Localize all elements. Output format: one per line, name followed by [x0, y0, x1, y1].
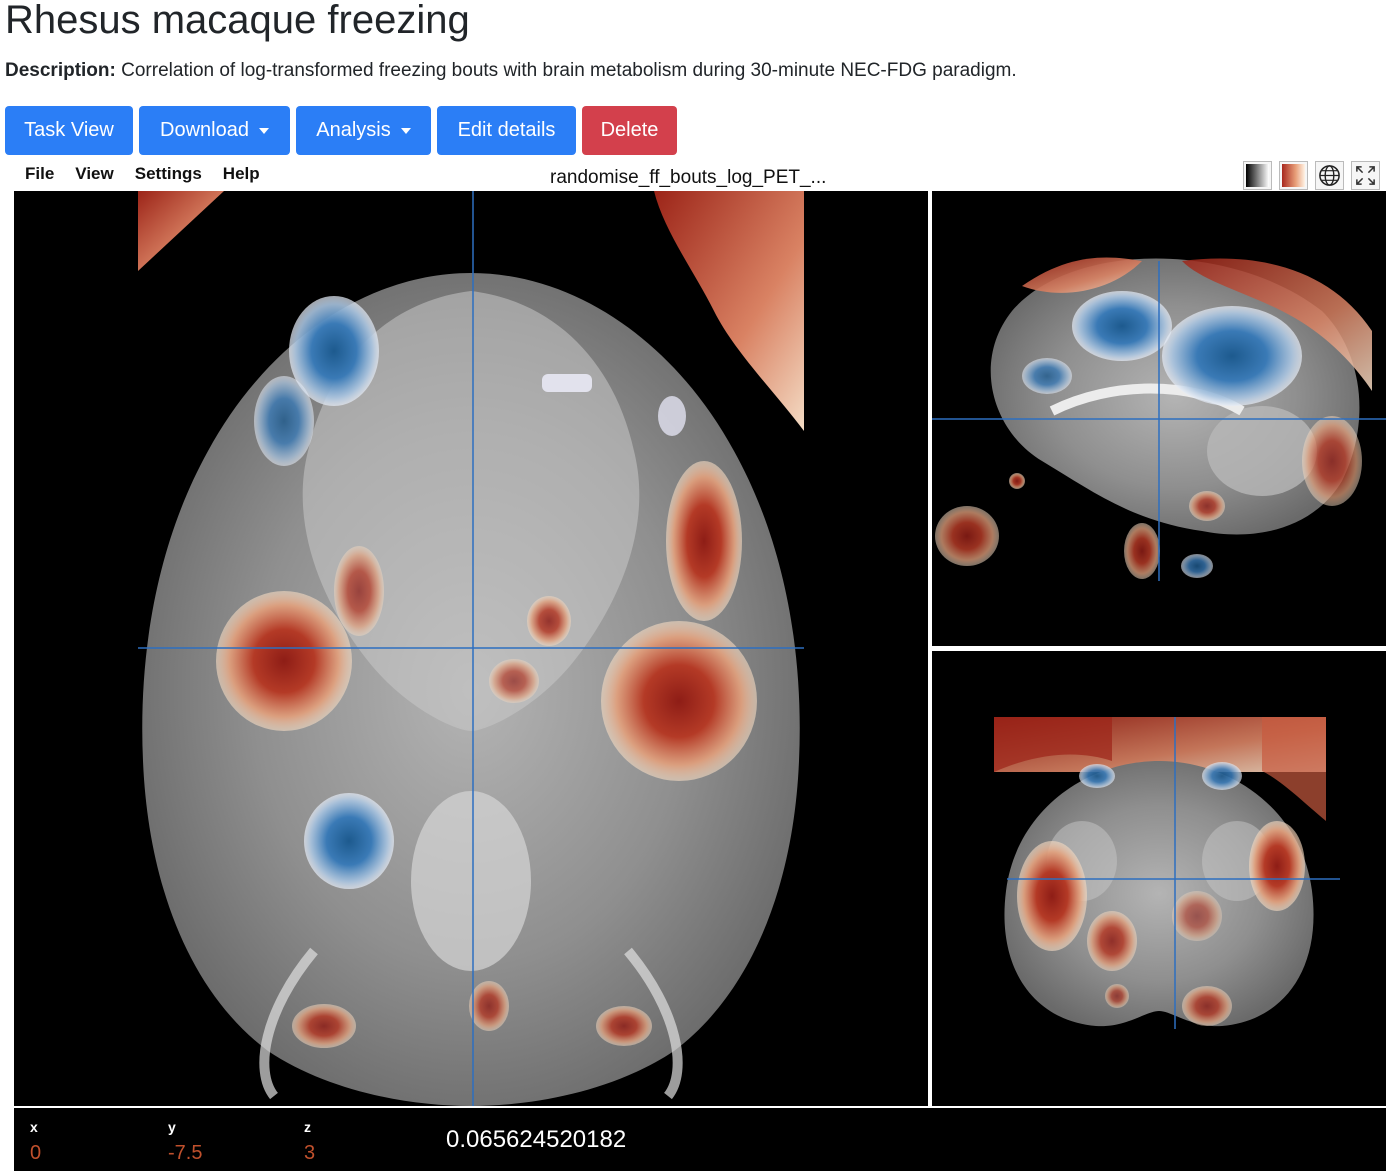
globe-icon[interactable] [1315, 161, 1344, 190]
download-button[interactable]: Download [139, 106, 290, 155]
description-text: Correlation of log-transformed freezing … [121, 60, 1017, 81]
voxel-value: 0.065624520182 [446, 1126, 627, 1153]
delete-button[interactable]: Delete [582, 106, 677, 155]
axial-blob-red-2 [666, 461, 742, 621]
viewer-menubar: File View Settings Help [25, 164, 260, 184]
y-label: y [168, 1119, 176, 1135]
description: Description: Correlation of log-transfor… [5, 60, 1017, 82]
axial-overlay-corner-left [138, 191, 224, 271]
z-label: z [304, 1119, 311, 1135]
description-label: Description: [5, 60, 116, 81]
chevron-down-icon [400, 127, 411, 134]
hot-colormap-icon[interactable] [1279, 161, 1308, 190]
menu-view[interactable]: View [75, 164, 113, 184]
coronal-blob-red-1 [1017, 841, 1087, 951]
menu-help[interactable]: Help [223, 164, 260, 184]
analysis-button[interactable]: Analysis [296, 106, 431, 155]
task-view-label: Task View [24, 119, 114, 141]
download-label: Download [160, 119, 249, 141]
action-toolbar: Task View Download Analysis Edit details… [5, 106, 677, 155]
grayscale-colormap-icon[interactable] [1243, 161, 1272, 190]
axial-blob-red-1 [216, 591, 352, 731]
chevron-down-icon [258, 127, 269, 134]
axial-blob-blue-2 [304, 793, 394, 889]
axial-blob-red-3 [601, 621, 757, 781]
viewer-filename: randomise_ff_bouts_log_PET_... [550, 167, 827, 188]
sagittal-view[interactable] [932, 191, 1386, 646]
delete-label: Delete [600, 119, 659, 141]
edit-details-button[interactable]: Edit details [437, 106, 576, 155]
x-value: 0 [30, 1142, 42, 1164]
fullscreen-icon[interactable] [1351, 161, 1380, 190]
page-title: Rhesus macaque freezing [5, 0, 470, 42]
y-value: -7.5 [168, 1142, 203, 1164]
coronal-blob-red-2 [1249, 821, 1305, 911]
menu-settings[interactable]: Settings [135, 164, 202, 184]
menu-file[interactable]: File [25, 164, 54, 184]
coronal-view[interactable] [932, 651, 1386, 1106]
analysis-label: Analysis [316, 119, 391, 141]
sagittal-blob-blue-2 [1162, 306, 1302, 406]
viewer-statusbar: x 0 y -7.5 z 3 0.065624520182 [14, 1108, 1386, 1171]
axial-view[interactable] [14, 191, 928, 1106]
x-label: x [30, 1119, 38, 1135]
edit-details-label: Edit details [457, 119, 556, 141]
viewer-tool-icons [1243, 161, 1380, 190]
sagittal-blob-blue-1 [1072, 291, 1172, 361]
brain-viewer [14, 191, 1386, 1106]
task-view-button[interactable]: Task View [5, 106, 133, 155]
z-value: 3 [304, 1142, 316, 1164]
